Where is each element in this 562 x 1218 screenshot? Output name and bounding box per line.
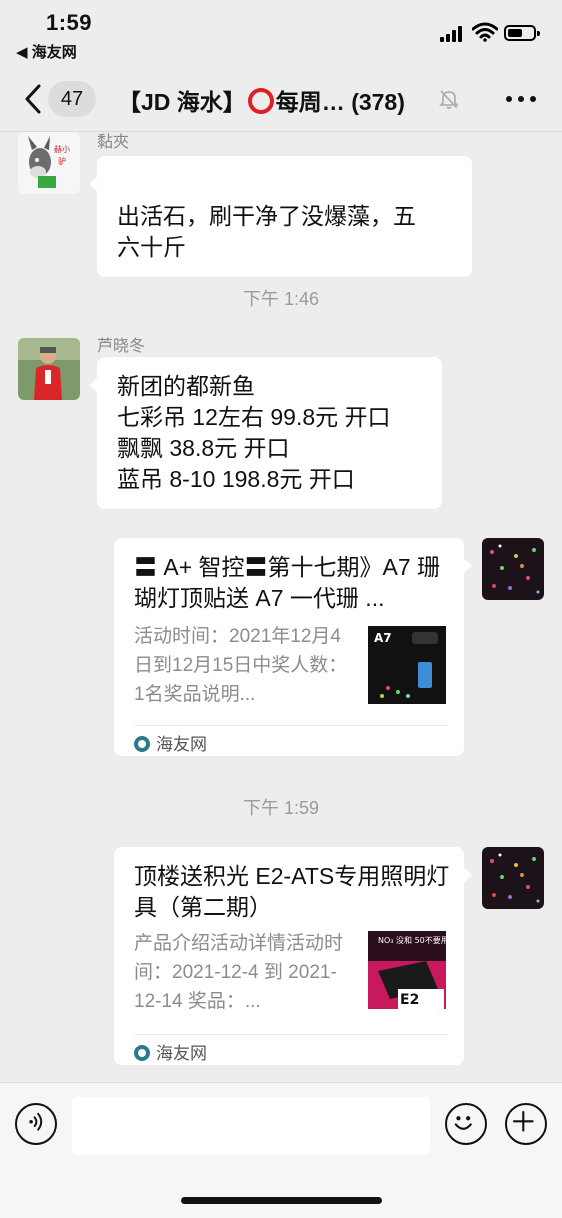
message-line: 七彩吊 12左右 99.8元 开口: [117, 404, 391, 430]
chat-title-suffix: 每周…: [275, 89, 345, 115]
more-functions-button[interactable]: [505, 1103, 547, 1145]
card-description: 活动时间：2021年12月4日到12月15日中奖人数：1名奖品说明...: [134, 626, 348, 705]
message-line: 新团的都新鱼: [117, 373, 255, 399]
unread-count-badge[interactable]: 47: [48, 81, 96, 117]
chat-title: 【JD 海水】 每周… (378): [118, 83, 438, 117]
card-source-label: 海友网: [156, 735, 207, 754]
input-bar: [0, 1082, 562, 1218]
svg-text:驴: 驴: [58, 156, 66, 166]
message-bubble[interactable]: 新团的都新鱼 七彩吊 12左右 99.8元 开口 飘飘 38.8元 开口 蓝吊 …: [89, 357, 442, 509]
a7-product-image: A7: [368, 626, 446, 704]
e2-product-image: NO₃ 没和 50不要用 E2: [368, 931, 446, 1009]
card-title: 顶楼送积光 E2-ATS专用照明灯具（第二期）: [134, 863, 450, 920]
chat-nav-bar: 47 【JD 海水】 每周… (378): [0, 66, 562, 132]
home-indicator[interactable]: [181, 1197, 382, 1204]
card-source-label: 海友网: [156, 1044, 207, 1063]
chat-message-list[interactable]: 赫小 驴 黏夾 出活石，刷干净了没爆藻，五 六十斤 下午 1:46 芦晓冬 新团…: [0, 132, 562, 1082]
message-bubble[interactable]: 出活石，刷干净了没爆藻，五 六十斤: [89, 156, 472, 277]
red-circle-icon: [247, 88, 274, 114]
donkey-avatar-image: 赫小 驴: [18, 132, 80, 194]
voice-input-button[interactable]: [15, 1103, 57, 1145]
person-avatar-image: [18, 338, 80, 400]
battery-icon: [504, 25, 540, 41]
more-options-icon[interactable]: [506, 96, 536, 104]
emoji-button[interactable]: [445, 1103, 487, 1145]
avatar[interactable]: [482, 538, 544, 600]
message-input[interactable]: [72, 1097, 430, 1155]
thumb-label: E2: [400, 992, 419, 1008]
avatar[interactable]: [18, 338, 80, 400]
back-to-app-link[interactable]: ◀ 海友网: [16, 41, 77, 62]
message-line: 飘飘 38.8元 开口: [117, 435, 290, 461]
card-title: 〓 A+ 智控〓第十七期》A7 珊 瑚灯顶贴送 A7 一代珊 ...: [134, 554, 441, 611]
signal-icon: [440, 26, 466, 42]
member-count: (378): [351, 89, 405, 115]
card-thumbnail: A7: [368, 626, 446, 704]
thumb-label: A7: [374, 631, 392, 645]
smiley-icon: [454, 1116, 472, 1130]
svg-text:赫小: 赫小: [54, 145, 70, 154]
timestamp: 下午 1:59: [242, 798, 320, 818]
card-divider: [134, 725, 448, 726]
mute-bell-icon: [439, 90, 459, 109]
timestamp: 下午 1:46: [242, 289, 320, 309]
card-source: 海友网: [134, 1039, 207, 1064]
source-logo-icon: [134, 1045, 150, 1061]
message-line: 蓝吊 8-10 198.8元 开口: [117, 466, 355, 492]
voice-wave-icon: [29, 1112, 43, 1131]
thumb-label-top: NO₃ 没和 50不要用: [378, 935, 446, 945]
sender-name: 芦晓冬: [97, 338, 146, 355]
coral-lights-avatar-image: [482, 847, 544, 909]
link-card[interactable]: 〓 A+ 智控〓第十七期》A7 珊 瑚灯顶贴送 A7 一代珊 ... 活动时间：…: [114, 538, 472, 756]
coral-lights-avatar-image: [482, 538, 544, 600]
link-card[interactable]: 顶楼送积光 E2-ATS专用照明灯具（第二期） 产品介绍活动详情活动时间：202…: [114, 847, 472, 1065]
avatar[interactable]: 赫小 驴: [18, 132, 80, 194]
card-source: 海友网: [134, 730, 207, 755]
source-logo-icon: [134, 736, 150, 752]
status-bar: 1:59 ◀ 海友网: [0, 0, 562, 66]
card-divider: [134, 1034, 448, 1035]
chevron-left-icon[interactable]: [22, 82, 46, 116]
card-thumbnail: NO₃ 没和 50不要用 E2: [368, 931, 446, 1009]
wifi-icon: [472, 22, 498, 42]
chat-title-prefix: 【JD 海水】: [118, 89, 246, 115]
avatar[interactable]: [482, 847, 544, 909]
status-time: 1:59: [46, 10, 93, 35]
card-description: 产品介绍活动详情活动时间：2021-12-4 到 2021-12-14 奖品：.…: [134, 933, 344, 1012]
sender-name: 黏夾: [97, 134, 130, 151]
message-text: 出活石，刷干净了没爆藻，五 六十斤: [117, 203, 416, 260]
plus-icon: [512, 1110, 534, 1132]
